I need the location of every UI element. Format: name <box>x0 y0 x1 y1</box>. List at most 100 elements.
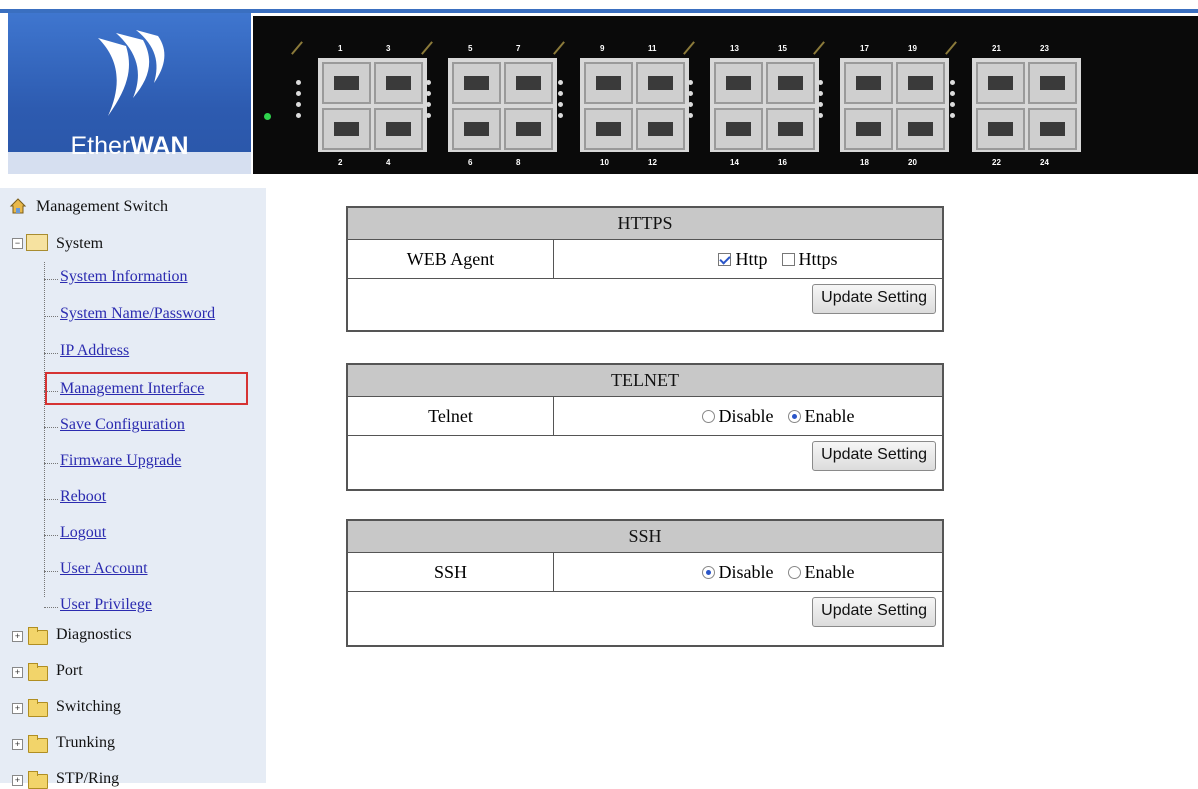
tree-connector <box>44 607 58 608</box>
port-number-top: 21 <box>992 44 1001 53</box>
telnet-row: Telnet Disable Enable <box>348 397 942 436</box>
port-number-bottom: 18 <box>860 158 869 167</box>
sidebar-item-save-configuration[interactable]: Save Configuration <box>60 416 185 434</box>
sidebar-item-diagnostics[interactable]: Diagnostics <box>56 626 132 644</box>
rj45-port-icon <box>374 62 423 104</box>
tree-connector <box>44 427 58 428</box>
telnet-update-button[interactable]: Update Setting <box>812 441 936 471</box>
sidebar-link[interactable]: Firmware Upgrade <box>60 452 181 469</box>
led-icon <box>950 113 955 118</box>
sidebar-item-firmware-upgrade[interactable]: Firmware Upgrade <box>60 452 181 470</box>
tree-connector <box>44 353 58 354</box>
rj45-port-icon <box>1028 62 1077 104</box>
port-number-top: 7 <box>516 44 521 53</box>
expand-trunking-icon[interactable]: + <box>12 739 23 750</box>
sidebar-item-port[interactable]: Port <box>56 662 83 680</box>
led-icon <box>296 113 301 118</box>
port-number-top: 3 <box>386 44 391 53</box>
sidebar-item-reboot[interactable]: Reboot <box>60 488 106 506</box>
status-leds <box>296 80 302 124</box>
led-icon <box>818 80 823 85</box>
sidebar-link[interactable]: IP Address <box>60 342 129 359</box>
collapse-system-icon[interactable]: − <box>12 238 23 249</box>
sidebar-item-ip-address[interactable]: IP Address <box>60 342 129 360</box>
tree-connector <box>44 391 58 392</box>
https-update-button[interactable]: Update Setting <box>812 284 936 314</box>
sidebar-item-user-privilege[interactable]: User Privilege <box>60 596 152 614</box>
sidebar-link[interactable]: Logout <box>60 524 106 541</box>
ssh-disable-radio[interactable] <box>701 565 715 579</box>
led-icon <box>558 91 563 96</box>
ssh-update-button[interactable]: Update Setting <box>812 597 936 627</box>
port-number-bottom: 12 <box>648 158 657 167</box>
sidebar-item-system-name-password[interactable]: System Name/Password <box>60 305 215 323</box>
ssh-options: Disable Enable <box>554 553 942 591</box>
expand-diagnostics-icon[interactable]: + <box>12 631 23 642</box>
led-icon <box>950 102 955 107</box>
expand-stp-ring-icon[interactable]: + <box>12 775 23 786</box>
sidebar-item-stp-ring[interactable]: STP/Ring <box>56 770 119 788</box>
port-number-bottom: 2 <box>338 158 343 167</box>
http-checkbox[interactable] <box>718 252 732 266</box>
sidebar-item-user-account[interactable]: User Account <box>60 560 148 578</box>
led-icon <box>688 80 693 85</box>
power-led-icon <box>264 113 271 120</box>
https-section: HTTPS WEB Agent Http Https Update Settin… <box>346 206 944 332</box>
sidebar-link[interactable]: User Account <box>60 560 148 577</box>
rj45-port-icon <box>714 108 763 150</box>
expand-switching-icon[interactable]: + <box>12 703 23 714</box>
sidebar-link[interactable]: Save Configuration <box>60 416 185 433</box>
https-label: Https <box>798 249 838 269</box>
selected-item-highlight <box>45 372 248 405</box>
tree-connector <box>44 571 58 572</box>
ssh-title: SSH <box>348 521 942 553</box>
port-number-bottom: 22 <box>992 158 1001 167</box>
sidebar-link[interactable]: Reboot <box>60 488 106 505</box>
ssh-row: SSH Disable Enable <box>348 553 942 592</box>
ssh-label: SSH <box>348 553 554 591</box>
status-leds <box>950 80 956 124</box>
expand-port-icon[interactable]: + <box>12 667 23 678</box>
sidebar-item-switching[interactable]: Switching <box>56 698 121 716</box>
telnet-disable-radio[interactable] <box>701 409 715 423</box>
port-number-top: 5 <box>468 44 473 53</box>
web-agent-row: WEB Agent Http Https <box>348 240 942 279</box>
rj45-port-icon <box>844 62 893 104</box>
tree-connector <box>44 535 58 536</box>
sidebar-item-system-information[interactable]: System Information <box>60 268 188 286</box>
sidebar-link[interactable]: User Privilege <box>60 596 152 613</box>
tree-connector <box>44 316 58 317</box>
sidebar-item-logout[interactable]: Logout <box>60 524 106 542</box>
rj45-port-icon <box>322 108 371 150</box>
tree-connector <box>44 463 58 464</box>
telnet-section: TELNET Telnet Disable Enable Update Sett… <box>346 363 944 491</box>
port-number-bottom: 24 <box>1040 158 1049 167</box>
sidebar-link[interactable]: System Information <box>60 268 188 285</box>
ssh-enable-radio[interactable] <box>787 565 801 579</box>
port-number-top: 13 <box>730 44 739 53</box>
sidebar-item-trunking[interactable]: Trunking <box>56 734 115 752</box>
tree-connector <box>44 262 46 597</box>
rj45-port-icon <box>322 62 371 104</box>
rj45-port-icon <box>1028 108 1077 150</box>
home-switch-icon <box>9 198 27 214</box>
sidebar-link[interactable]: System Name/Password <box>60 305 215 322</box>
led-icon <box>296 80 301 85</box>
sidebar-item-system[interactable]: System <box>56 235 103 253</box>
rj45-port-icon <box>504 108 553 150</box>
led-icon <box>426 80 431 85</box>
port-number-top: 19 <box>908 44 917 53</box>
rj45-port-icon <box>896 62 945 104</box>
sidebar-root[interactable]: Management Switch <box>36 198 168 216</box>
rj45-port-icon <box>714 62 763 104</box>
http-label: Http <box>735 249 768 269</box>
led-icon <box>950 91 955 96</box>
header: EtherWAN 1 2 3 4 5 6 7 8 9 10 11 12 13 14 15 16 17 18 19 20… <box>0 0 1198 188</box>
rj45-port-icon <box>636 108 685 150</box>
led-icon <box>296 91 301 96</box>
led-icon <box>558 113 563 118</box>
status-leds <box>426 80 432 124</box>
https-checkbox[interactable] <box>781 252 795 266</box>
rj45-port-icon <box>374 108 423 150</box>
telnet-enable-radio[interactable] <box>787 409 801 423</box>
